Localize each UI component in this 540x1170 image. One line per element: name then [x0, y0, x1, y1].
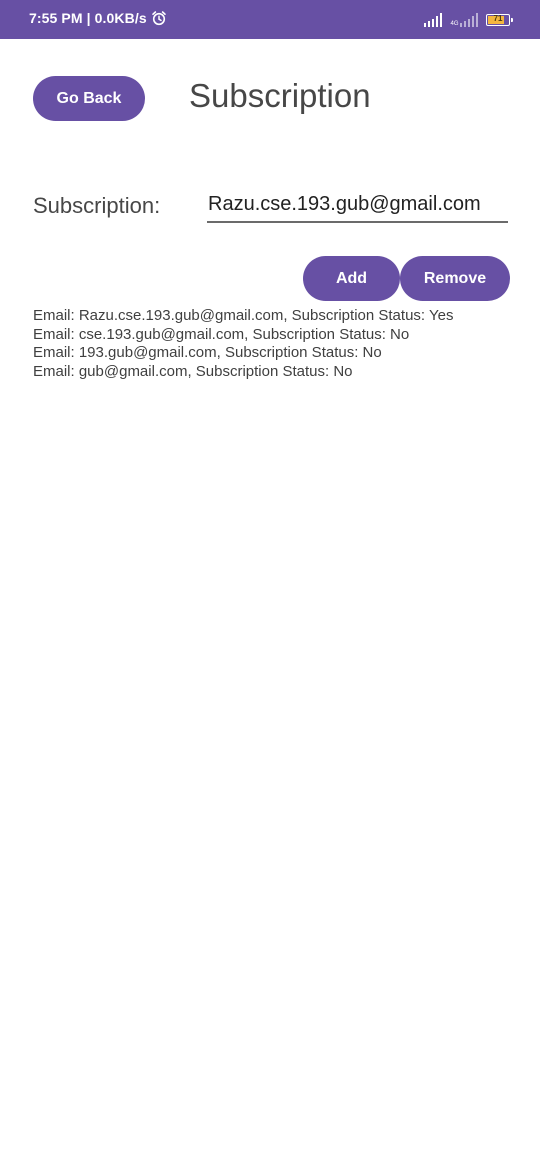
page-title: Subscription	[189, 77, 371, 114]
status-data-rate: 0.0KB/s	[94, 10, 147, 26]
alarm-icon	[151, 11, 166, 26]
status-left: 7:55 PM | 0.0KB/s	[29, 10, 167, 26]
go-back-button[interactable]: Go Back	[33, 76, 145, 121]
subscription-results: Email: Razu.cse.193.gub@gmail.com, Subsc…	[33, 307, 513, 381]
result-row: Email: Razu.cse.193.gub@gmail.com, Subsc…	[33, 307, 454, 324]
result-row: Email: cse.193.gub@gmail.com, Subscripti…	[33, 325, 410, 343]
remove-button[interactable]: Remove	[400, 256, 510, 301]
status-right: 4G 71	[423, 10, 513, 30]
battery-level: 71	[493, 14, 503, 23]
secondary-signal-icon: 4G	[450, 13, 478, 27]
result-row: Email: gub@gmail.com, Subscription Statu…	[33, 362, 353, 380]
status-separator: |	[86, 10, 91, 26]
subscription-label: Subscription:	[33, 193, 161, 218]
status-time: 7:55 PM	[29, 10, 83, 26]
battery-icon: 71	[486, 14, 513, 26]
network-type-label: 4G	[450, 21, 459, 27]
signal-strength-icon	[423, 13, 443, 27]
status-bar: 7:55 PM | 0.0KB/s 4G 71	[0, 0, 540, 39]
add-button[interactable]: Add	[303, 256, 400, 301]
result-row: Email: 193.gub@gmail.com, Subscription S…	[33, 344, 382, 361]
subscription-email-input[interactable]	[207, 191, 508, 223]
